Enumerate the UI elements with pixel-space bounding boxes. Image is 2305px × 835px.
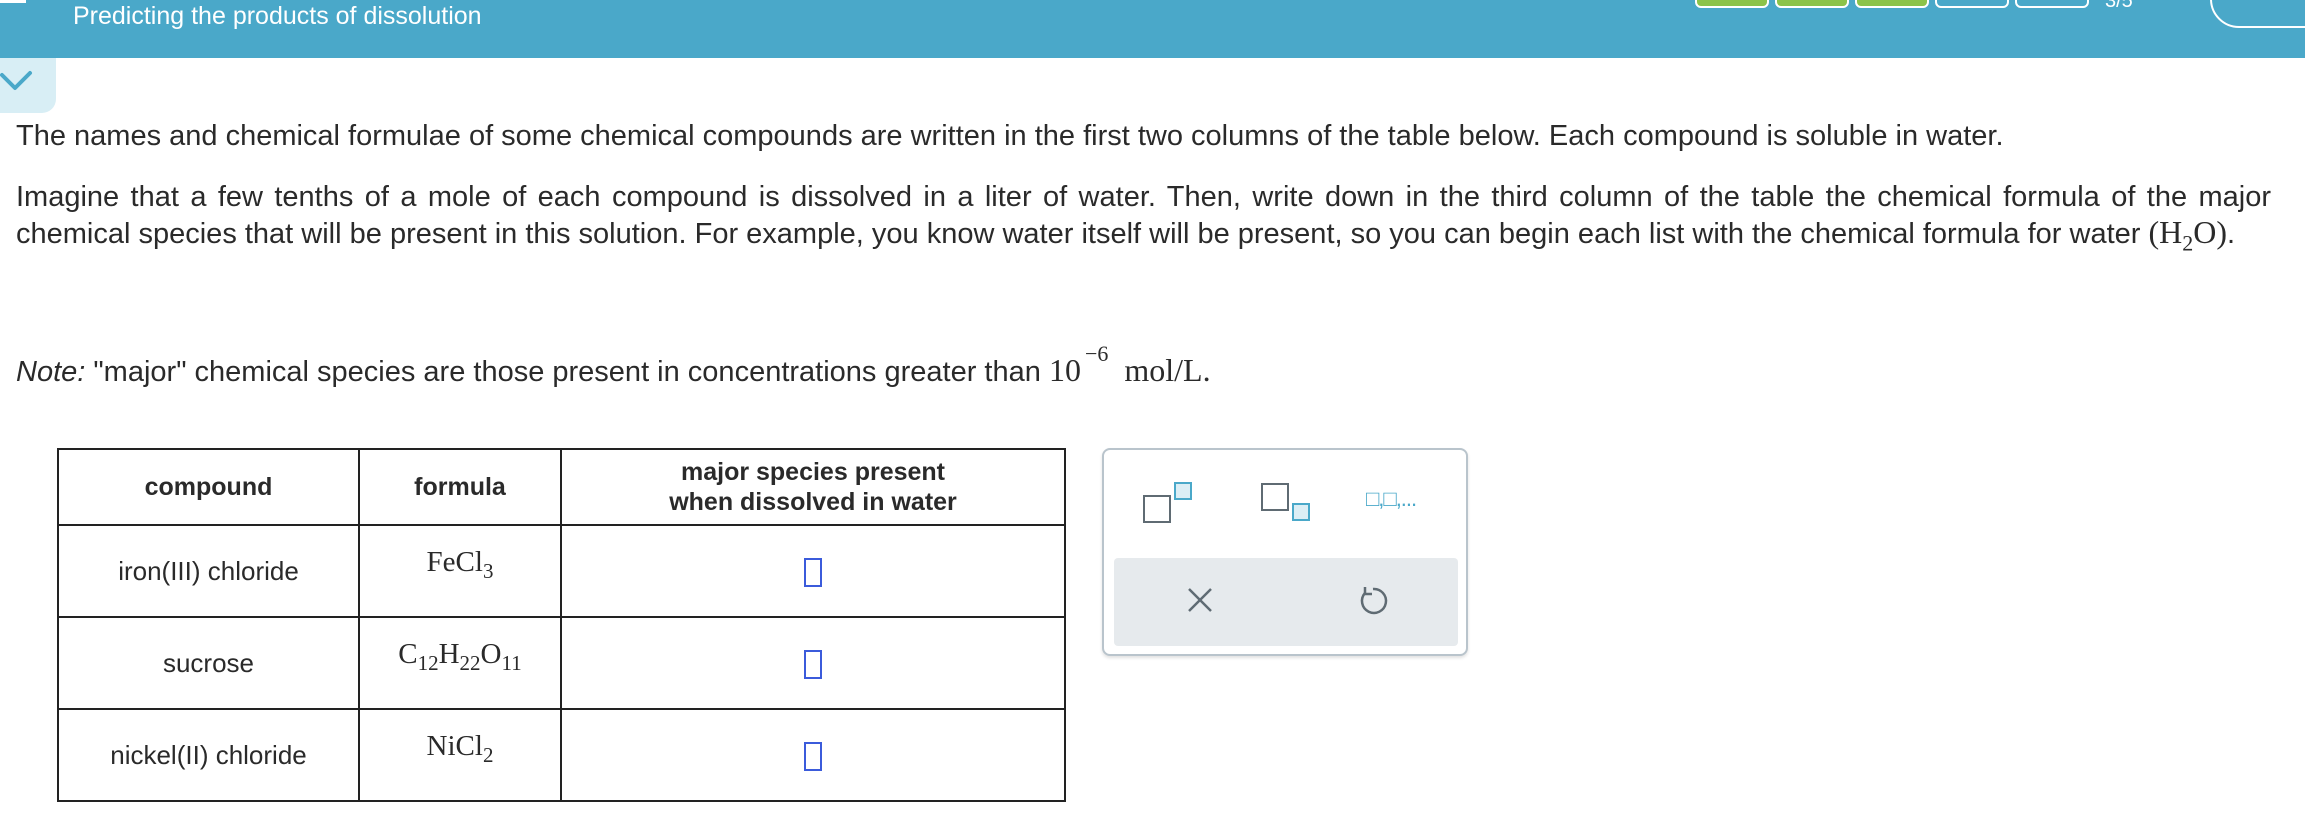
clear-icon[interactable] [1184,584,1216,616]
column-header-formula: formula [358,448,562,526]
table-row: iron(III) chloride FeCl3 [57,524,1066,618]
progress-segment [1695,0,1769,8]
menu-icon[interactable] [0,0,26,3]
undo-icon[interactable] [1356,584,1390,618]
compound-name: nickel(II) chloride [57,708,360,802]
answer-input[interactable] [804,741,822,771]
collapse-toggle[interactable] [0,58,56,113]
header-bar: Predicting the products of dissolution 3… [0,0,2305,58]
progress-count: 3/5 [2105,0,2133,12]
progress-segment [1775,0,1849,8]
note-label: Note: [16,356,86,388]
list-template-icon[interactable]: □,□,... [1366,486,1417,512]
table-row: nickel(II) chloride NiCl2 [57,708,1066,802]
answer-cell[interactable] [560,524,1066,618]
instruction-paragraph: The names and chemical formulae of some … [16,120,2004,152]
chevron-down-icon [0,71,32,90]
water-formula: (H2O) [2148,214,2228,256]
instruction-paragraph-2: Imagine that a few tenths of a mole of e… [16,181,2271,256]
note-line: Note: "major" chemical species are those… [16,341,1211,389]
superscript-template-icon[interactable] [1142,480,1198,526]
column-header-species: major species present when dissolved in w… [560,448,1066,526]
progress-segment [1855,0,1929,8]
table-header-row: compound formula major species present wh… [57,448,1066,526]
answer-cell[interactable] [560,616,1066,710]
note-concentration: 10 −6 mol/L. [1048,341,1211,388]
species-table: compound formula major species present wh… [57,448,1066,802]
answer-input[interactable] [804,557,822,587]
compound-formula: FeCl3 [358,524,562,618]
next-button[interactable] [2210,0,2305,28]
subscript-template-icon[interactable] [1260,480,1316,526]
page-title: Predicting the products of dissolution [73,2,482,30]
table-row: sucrose C12H22O11 [57,616,1066,710]
answer-input[interactable] [804,649,822,679]
progress-segment [1935,0,2009,8]
compound-formula: C12H22O11 [358,616,562,710]
compound-name: sucrose [57,616,360,710]
answer-cell[interactable] [560,708,1066,802]
progress-segment [2015,0,2089,8]
compound-formula: NiCl2 [358,708,562,802]
column-header-compound: compound [57,448,360,526]
compound-name: iron(III) chloride [57,524,360,618]
action-bar [1114,558,1458,646]
note-text: "major" chemical species are those prese… [93,356,1041,388]
math-toolbox: □,□,... [1102,448,1468,656]
